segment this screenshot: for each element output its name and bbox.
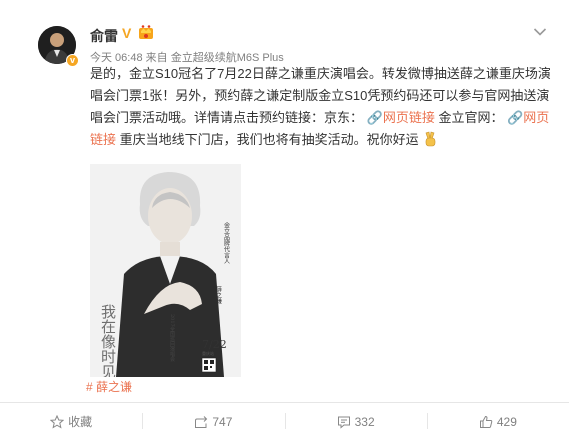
repost-count: 747: [212, 414, 233, 429]
post-content: 是的，金立S10冠名了7月22日薛之谦重庆演唱会。转发微博抽送薛之谦重庆场演唱会…: [90, 63, 555, 151]
content-text: 金立官网：: [438, 110, 504, 125]
verified-icon[interactable]: V: [122, 25, 131, 41]
member-crown-icon[interactable]: [138, 24, 154, 40]
poster-tour-line: 2017全国巡回演唱会: [169, 314, 175, 363]
avatar-verified-icon: v: [66, 54, 79, 67]
poster-city: 重庆站: [202, 350, 214, 356]
poster-date: 7/22: [202, 338, 227, 351]
action-bar: 收藏 747 332 429: [0, 403, 569, 440]
repost-icon: [195, 415, 208, 428]
chevron-down-icon[interactable]: [533, 27, 547, 37]
star-icon: [50, 414, 65, 429]
author-name[interactable]: 俞雷: [90, 26, 118, 46]
topic-tag[interactable]: # 薛之谦: [86, 378, 132, 395]
jd-link[interactable]: 🔗网页链接: [367, 110, 435, 125]
comment-icon: [337, 416, 350, 429]
thumbs-up-icon: [479, 415, 493, 428]
weibo-post-card: v 俞雷 V 今天 06:48 来自 金立超级续航M6S Plus 是的，金立S…: [0, 0, 569, 440]
comment-button[interactable]: 332: [284, 403, 427, 440]
like-count: 429: [496, 414, 517, 429]
like-button[interactable]: 429: [426, 403, 569, 440]
poster-calligraphy: 我在像时见过你: [99, 304, 117, 377]
victory-hand-icon: [425, 131, 436, 147]
poster-vertical-title: 金立品牌代言人: [223, 221, 230, 264]
comment-count: 332: [354, 414, 375, 429]
content-text: 重庆当地线下门店，我们也将有抽奖活动。祝你好运: [119, 132, 419, 147]
favorite-label: 收藏: [68, 415, 93, 429]
post-image[interactable]: 金立品牌代言人 薛之谦 我在像时见过你 2017全国巡回演唱会 7/22 重庆站: [90, 164, 241, 377]
poster-name: 薛之谦: [215, 285, 222, 305]
favorite-button[interactable]: 收藏: [0, 403, 142, 440]
repost-button[interactable]: 747: [142, 403, 284, 440]
